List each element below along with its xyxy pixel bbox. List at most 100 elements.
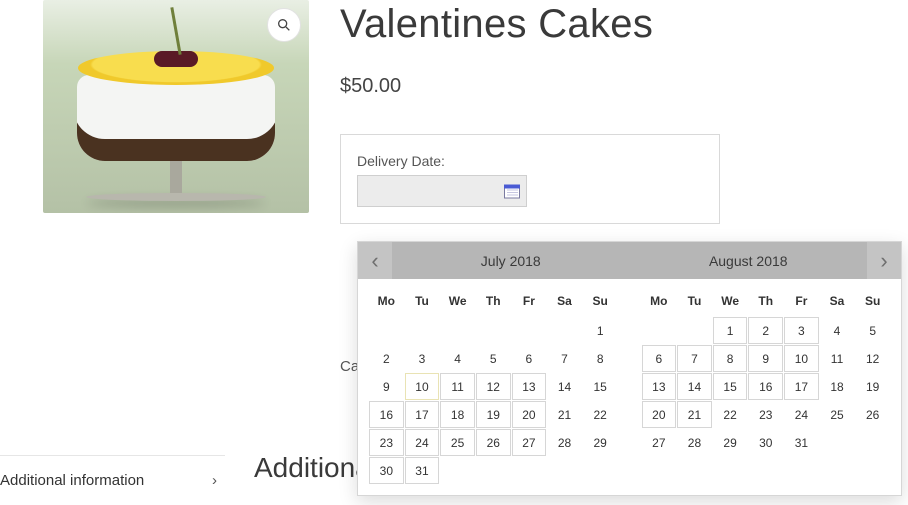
weekday-header: We <box>440 288 475 316</box>
calendar-day: 4 <box>820 317 855 344</box>
delivery-box: Delivery Date: <box>340 134 720 224</box>
calendar-cell-empty <box>440 317 475 344</box>
tab-additional-information[interactable]: Additional information › <box>0 455 225 505</box>
calendar-day[interactable]: 14 <box>677 373 712 400</box>
calendar-day: 1 <box>583 317 618 344</box>
calendar-day: 21 <box>547 401 582 428</box>
calendar-day[interactable]: 25 <box>440 429 475 456</box>
calendar-cell-empty <box>369 317 404 344</box>
calendar-day[interactable]: 21 <box>677 401 712 428</box>
calendar-day: 30 <box>748 429 783 456</box>
calendar-day: 15 <box>583 373 618 400</box>
calendar-cell-empty <box>677 317 712 344</box>
calendar-day: 22 <box>713 401 748 428</box>
next-month-button[interactable]: › <box>867 242 901 279</box>
calendar-day: 26 <box>855 401 890 428</box>
calendar-day[interactable]: 10 <box>784 345 819 372</box>
calendar-day[interactable]: 31 <box>405 457 440 484</box>
calendar-month: MoTuWeThFrSaSu12345678910111213141516171… <box>641 287 892 485</box>
calendar-cell-empty <box>820 429 855 456</box>
calendar-month: MoTuWeThFrSaSu12345678910111213141516171… <box>368 287 619 485</box>
calendar-day[interactable]: 27 <box>512 429 547 456</box>
calendar-day[interactable]: 6 <box>642 345 677 372</box>
calendar-cell-empty <box>583 457 618 484</box>
weekday-header: We <box>713 288 748 316</box>
month-title-0: July 2018 <box>392 242 630 279</box>
datepicker-popup: ‹ July 2018 August 2018 › MoTuWeThFrSaSu… <box>357 241 902 496</box>
calendar-day[interactable]: 8 <box>713 345 748 372</box>
calendar-day: 29 <box>583 429 618 456</box>
calendar-day: 8 <box>583 345 618 372</box>
calendar-day[interactable]: 19 <box>476 401 511 428</box>
cake-illustration <box>86 193 266 201</box>
calendar-day: 25 <box>820 401 855 428</box>
calendar-day[interactable]: 1 <box>713 317 748 344</box>
calendar-day[interactable]: 24 <box>405 429 440 456</box>
calendar-day: 6 <box>512 345 547 372</box>
calendar-cell-empty <box>512 317 547 344</box>
calendar-day: 31 <box>784 429 819 456</box>
tab-label: Additional information <box>0 472 144 489</box>
product-image[interactable] <box>43 0 309 213</box>
calendar-cell-empty <box>512 457 547 484</box>
calendar-day[interactable]: 20 <box>642 401 677 428</box>
calendar-day: 4 <box>440 345 475 372</box>
weekday-header: Tu <box>405 288 440 316</box>
calendar-cell-empty <box>476 457 511 484</box>
calendar-day: 7 <box>547 345 582 372</box>
calendar-day: 14 <box>547 373 582 400</box>
calendar-day[interactable]: 13 <box>512 373 547 400</box>
calendar-day[interactable]: 16 <box>369 401 404 428</box>
product-price: $50.00 <box>340 75 880 98</box>
weekday-header: Th <box>748 288 783 316</box>
calendar-day: 11 <box>820 345 855 372</box>
calendar-day: 10 <box>405 373 440 400</box>
weekday-header: Tu <box>677 288 712 316</box>
calendar-day[interactable]: 16 <box>748 373 783 400</box>
calendar-day: 2 <box>369 345 404 372</box>
calendar-day: 29 <box>713 429 748 456</box>
weekday-header: Fr <box>784 288 819 316</box>
chevron-right-icon: › <box>212 472 217 489</box>
weekday-header: Su <box>583 288 618 316</box>
zoom-button[interactable] <box>267 8 301 42</box>
calendar-day[interactable]: 18 <box>440 401 475 428</box>
delivery-date-input[interactable] <box>357 175 527 207</box>
calendar-day[interactable]: 20 <box>512 401 547 428</box>
calendar-day: 22 <box>583 401 618 428</box>
calendar-day[interactable]: 15 <box>713 373 748 400</box>
calendar-day: 28 <box>547 429 582 456</box>
month-title-1: August 2018 <box>630 242 868 279</box>
calendar-day[interactable]: 30 <box>369 457 404 484</box>
calendar-day[interactable]: 17 <box>784 373 819 400</box>
calendar-day[interactable]: 9 <box>748 345 783 372</box>
prev-month-button[interactable]: ‹ <box>358 242 392 279</box>
calendar-day: 19 <box>855 373 890 400</box>
calendar-day[interactable]: 26 <box>476 429 511 456</box>
calendar-day[interactable]: 23 <box>369 429 404 456</box>
calendar-day[interactable]: 7 <box>677 345 712 372</box>
calendar-day: 28 <box>677 429 712 456</box>
magnifier-icon <box>276 17 292 33</box>
calendar-day[interactable]: 3 <box>784 317 819 344</box>
calendar-cell-empty <box>547 457 582 484</box>
calendar-day: 3 <box>405 345 440 372</box>
calendar-day[interactable]: 13 <box>642 373 677 400</box>
calendar-day[interactable]: 2 <box>748 317 783 344</box>
weekday-header: Mo <box>642 288 677 316</box>
calendar-day: 9 <box>369 373 404 400</box>
calendar-day: 12 <box>855 345 890 372</box>
calendar-day[interactable]: 17 <box>405 401 440 428</box>
calendar-cell-empty <box>476 317 511 344</box>
calendar-day[interactable]: 11 <box>440 373 475 400</box>
weekday-header: Sa <box>547 288 582 316</box>
calendar-day: 27 <box>642 429 677 456</box>
calendar-day[interactable]: 12 <box>476 373 511 400</box>
calendar-cell-empty <box>642 317 677 344</box>
calendar-day: 23 <box>748 401 783 428</box>
calendar-day: 24 <box>784 401 819 428</box>
calendar-cell-empty <box>547 317 582 344</box>
delivery-date-label: Delivery Date: <box>357 153 703 169</box>
weekday-header: Fr <box>512 288 547 316</box>
weekday-header: Su <box>855 288 890 316</box>
